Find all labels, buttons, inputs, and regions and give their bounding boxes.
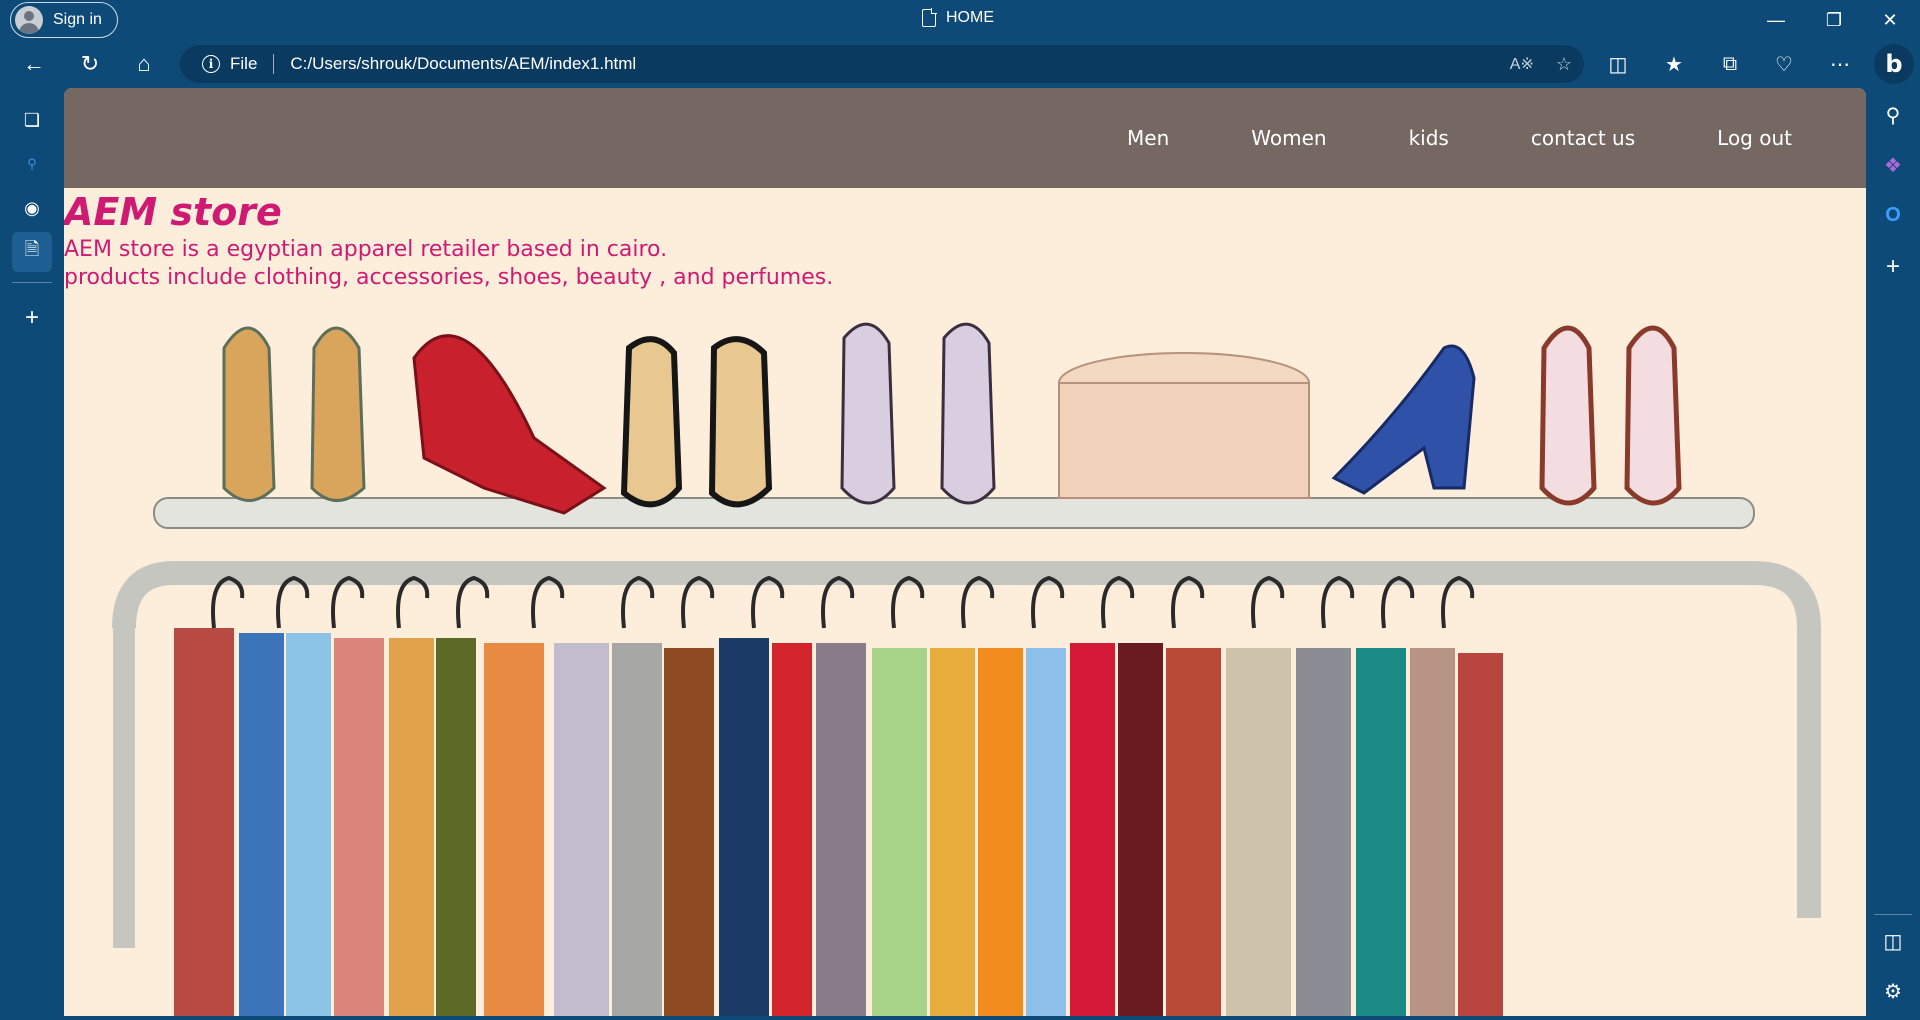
shoes-group [222, 322, 1682, 515]
title-bar: Sign in HOME — ❐ ✕ [0, 0, 1920, 40]
sidebar-add-icon[interactable]: + [1874, 248, 1912, 286]
hero-wardrobe-illustration [64, 188, 1866, 1016]
nav-link-women[interactable]: Women [1210, 126, 1367, 150]
address-actions: A※ ☆ [1510, 45, 1572, 83]
avatar-icon [15, 6, 43, 34]
document-icon [922, 8, 937, 27]
address-url[interactable]: C:/Users/shrouk/Documents/AEM/index1.htm… [290, 54, 636, 74]
store-description: AEM store is a egyptian apparel retailer… [64, 236, 833, 292]
sidebar-search-icon[interactable]: ⚲ [1874, 96, 1912, 134]
address-scheme-label: File [230, 54, 258, 73]
sidebar-divider [1874, 914, 1912, 915]
sign-in-label: Sign in [53, 11, 102, 28]
nav-link-log-out[interactable]: Log out [1676, 126, 1866, 150]
github-tab-icon[interactable]: ◉ [12, 188, 52, 228]
favorite-star-icon[interactable]: ☆ [1556, 54, 1572, 75]
minimize-button[interactable]: — [1748, 0, 1804, 40]
nav-link-contact-us[interactable]: contact us [1490, 126, 1676, 150]
store-description-line-2: products include clothing, accessories, … [64, 265, 834, 290]
hide-sidebar-icon[interactable]: ◫ [1874, 922, 1912, 960]
address-bar[interactable]: i File C:/Users/shrouk/Documents/AEM/ind… [180, 45, 1584, 83]
close-button[interactable]: ✕ [1862, 0, 1918, 40]
more-options-icon[interactable]: ⋯ [1820, 44, 1860, 84]
sidebar-outlook-icon[interactable]: O [1874, 196, 1912, 234]
tab-actions-icon[interactable]: ❏ [12, 100, 52, 140]
new-tab-plus-icon[interactable]: + [12, 298, 52, 338]
hanging-clothes-group [174, 628, 1503, 1016]
sidebar-settings-gear-icon[interactable]: ⚙ [1874, 972, 1912, 1010]
tab-title-text: HOME [946, 9, 994, 26]
copilot-bing-icon[interactable]: b [1874, 44, 1914, 84]
tab-strip-divider [12, 282, 52, 283]
split-screen-icon[interactable]: ◫ [1598, 44, 1638, 84]
read-aloud-icon[interactable]: A※ [1510, 54, 1534, 74]
tab-title: HOME [922, 8, 994, 27]
nav-link-kids[interactable]: kids [1368, 126, 1490, 150]
edge-sidebar: ⚲ ❖ O + ◫ ⚙ [1866, 88, 1920, 1020]
collections-icon[interactable]: ⧉ [1710, 44, 1750, 84]
home-button[interactable]: ⌂ [124, 44, 164, 84]
store-description-line-1: AEM store is a egyptian apparel retailer… [64, 237, 668, 262]
vertical-tab-strip: ❏ ⚲ ◉ 🗎 + [0, 88, 64, 1020]
search-tab-icon[interactable]: ⚲ [12, 144, 52, 184]
hangers-group [211, 575, 1475, 629]
sign-in-button[interactable]: Sign in [10, 2, 118, 38]
info-icon[interactable]: i [202, 55, 220, 73]
site-navigation: Men Women kids contact us Log out [64, 88, 1866, 188]
refresh-button[interactable]: ↻ [70, 44, 110, 84]
page-viewport: Men Women kids contact us Log out AEM st… [64, 88, 1866, 1016]
back-button[interactable]: ← [14, 44, 54, 84]
home-tab-document-icon[interactable]: 🗎 [12, 232, 52, 272]
store-title: AEM store [64, 190, 282, 234]
address-divider [273, 54, 275, 74]
sidebar-copilot-icon[interactable]: ❖ [1874, 146, 1912, 184]
browser-toolbar: ← ↻ ⌂ i File C:/Users/shrouk/Documents/A… [0, 40, 1920, 88]
favorites-icon[interactable]: ★ [1654, 44, 1694, 84]
nav-link-men[interactable]: Men [1086, 126, 1210, 150]
wardrobe-illustration [112, 322, 1821, 1016]
browser-essentials-icon[interactable]: ♡ [1764, 44, 1804, 84]
restore-button[interactable]: ❐ [1806, 0, 1862, 40]
